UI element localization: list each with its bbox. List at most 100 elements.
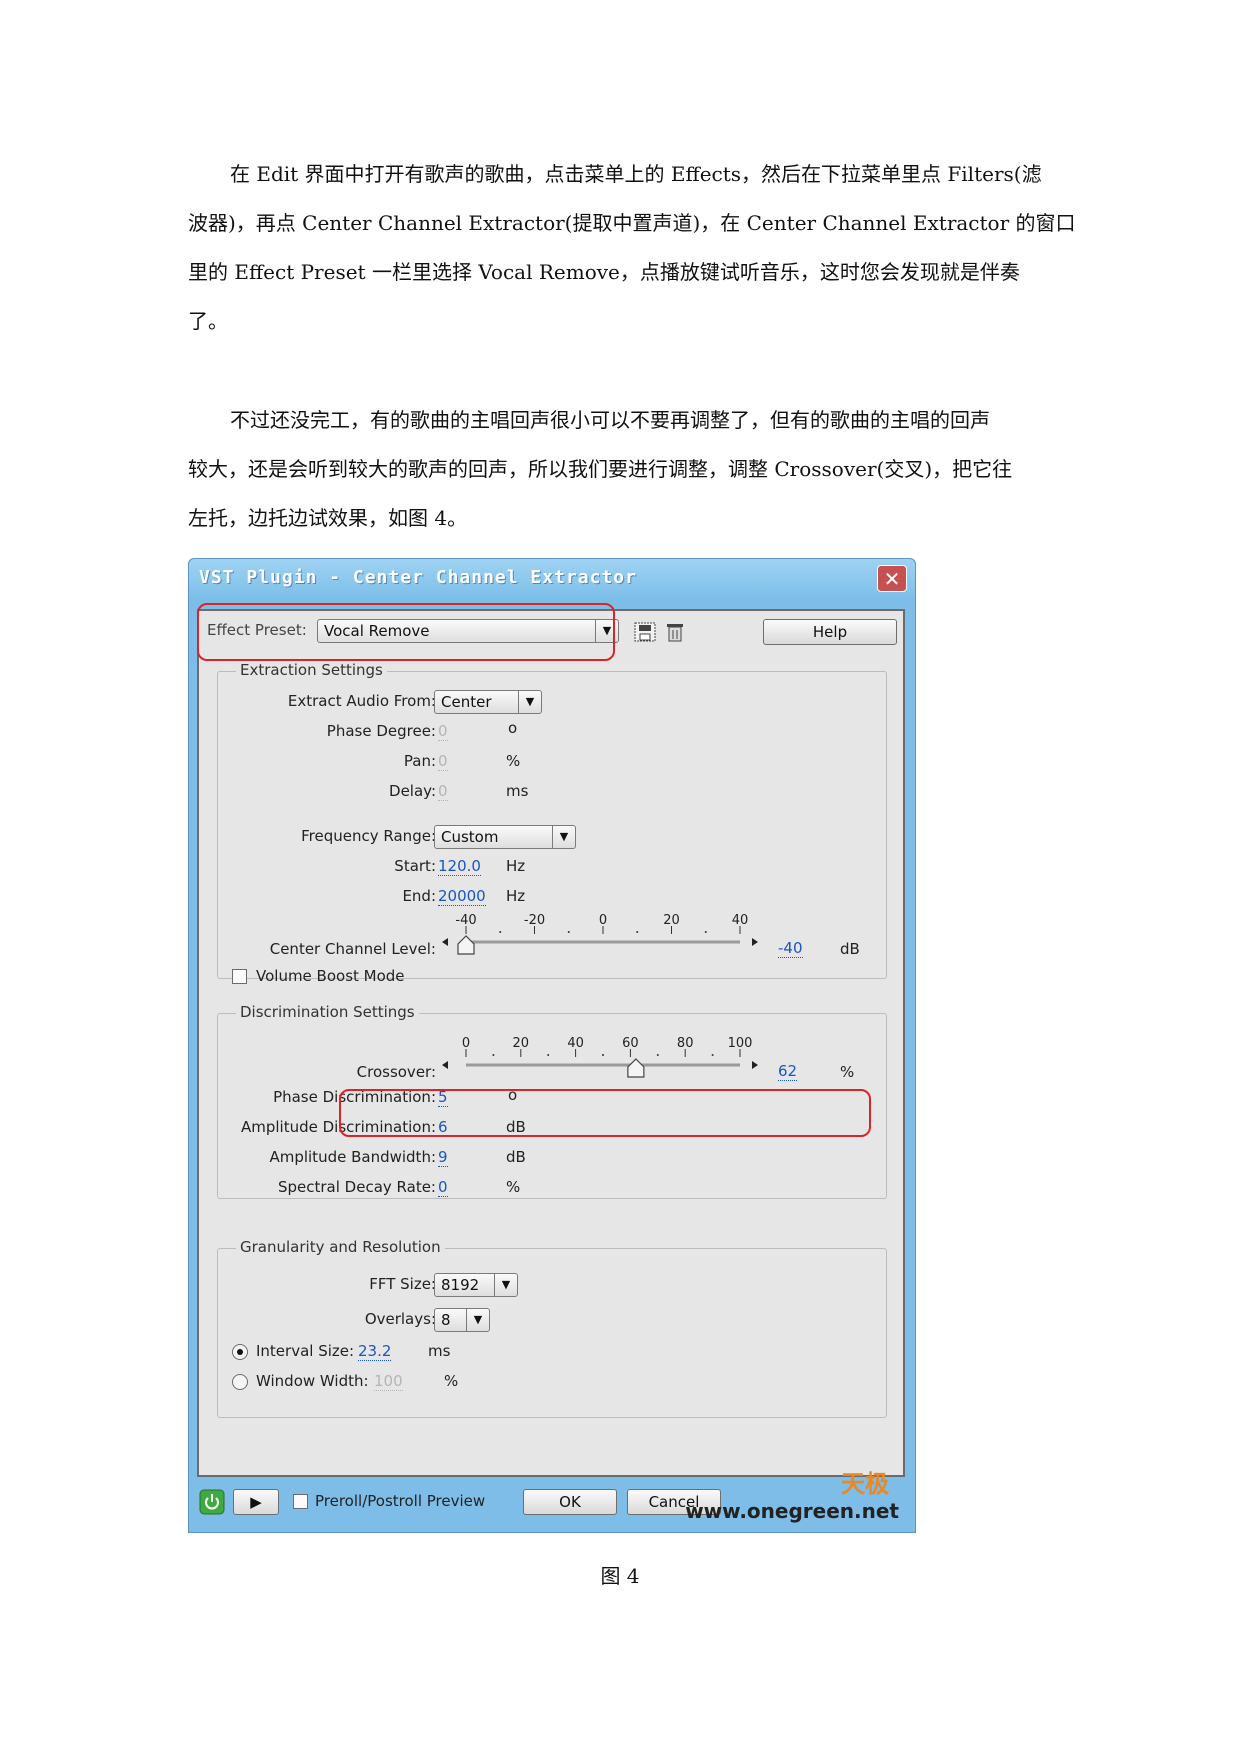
center-level-value[interactable]: -40 xyxy=(778,940,803,958)
center-level-tick-label: 40 xyxy=(732,913,749,928)
center-level-unit: dB xyxy=(840,940,860,958)
paragraph-1: 在 Edit 界面中打开有歌声的歌曲，点击菜单上的 Effects，然后在下拉菜… xyxy=(188,150,1076,346)
paragraph-line: 在 Edit 界面中打开有歌声的歌曲，点击菜单上的 Effects，然后在下拉菜… xyxy=(230,162,1042,186)
overlays-dropdown[interactable]: 8 ▼ xyxy=(434,1308,490,1332)
paragraph-line: 较大，还是会听到较大的歌声的回声，所以我们要进行调整，调整 Crossover(… xyxy=(188,457,1013,481)
ok-button[interactable]: OK xyxy=(523,1489,617,1515)
group-title: Discrimination Settings xyxy=(236,1003,419,1021)
phase-degree-unit: o xyxy=(508,719,518,737)
fft-size-label: FFT Size: xyxy=(369,1275,436,1293)
dialog-content: Effect Preset: Vocal Remove ▼ Help Extra… xyxy=(197,603,905,1477)
crossover-thumb[interactable] xyxy=(627,1058,645,1078)
preview-label: Preroll/Postroll Preview xyxy=(315,1492,486,1510)
extract-from-dropdown[interactable]: Center ▼ xyxy=(434,690,542,714)
amplitude-bandwidth-label: Amplitude Bandwidth: xyxy=(269,1148,436,1166)
help-button[interactable]: Help xyxy=(763,619,897,645)
crossover-minor-tick xyxy=(656,1054,659,1056)
paragraph-line: 里的 Effect Preset 一栏里选择 Vocal Remove，点播放键… xyxy=(188,260,1020,284)
pan-unit: % xyxy=(506,752,521,770)
volume-boost-label: Volume Boost Mode xyxy=(256,967,405,985)
window-width-value[interactable]: 100 xyxy=(374,1373,403,1391)
phase-degree-value[interactable]: 0 xyxy=(438,723,448,741)
crossover-minor-tick xyxy=(492,1054,495,1056)
chevron-down-icon: ▼ xyxy=(466,1309,489,1331)
fft-size-value: 8192 xyxy=(441,1276,480,1294)
end-value[interactable]: 20000 xyxy=(438,888,486,906)
center-level-slider[interactable]: -40 -20 0 20 40 xyxy=(440,912,774,960)
delete-preset-icon[interactable] xyxy=(665,621,687,643)
power-icon[interactable] xyxy=(199,1489,225,1515)
slider-right-arrow-icon[interactable] xyxy=(752,938,758,946)
granularity-group: Granularity and Resolution FFT Size: 819… xyxy=(217,1238,887,1418)
chevron-down-icon: ▼ xyxy=(552,826,575,848)
crossover-tick-label: 20 xyxy=(513,1036,530,1051)
crossover-minor-tick xyxy=(711,1054,714,1056)
window-width-radio[interactable] xyxy=(232,1374,248,1390)
paragraph-line: 波器)，再点 Center Channel Extractor(提取中置声道)，… xyxy=(188,211,1076,235)
window-title: VST Plugin - Center Channel Extractor xyxy=(199,567,637,588)
frequency-range-label: Frequency Range: xyxy=(301,827,436,845)
overlays-label: Overlays: xyxy=(364,1310,436,1328)
crossover-tick-label: 0 xyxy=(462,1036,470,1051)
spectral-decay-value[interactable]: 0 xyxy=(438,1179,448,1197)
center-level-tick-label: -20 xyxy=(524,913,545,928)
crossover-tick-label: 80 xyxy=(677,1036,694,1051)
center-level-minor-tick xyxy=(636,931,639,933)
spectral-decay-unit: % xyxy=(506,1178,521,1196)
group-title: Extraction Settings xyxy=(236,661,387,679)
frequency-range-dropdown[interactable]: Custom ▼ xyxy=(434,825,576,849)
title-bar[interactable]: VST Plugin - Center Channel Extractor ✕ xyxy=(189,559,915,597)
center-level-minor-tick xyxy=(704,931,707,933)
vst-plugin-dialog: VST Plugin - Center Channel Extractor ✕ … xyxy=(188,558,916,1533)
phase-degree-label: Phase Degree: xyxy=(326,722,436,740)
crossover-slider[interactable]: 0 20 40 60 80 100 xyxy=(440,1035,774,1083)
amplitude-bandwidth-unit: dB xyxy=(506,1148,526,1166)
crossover-value[interactable]: 62 xyxy=(778,1063,798,1081)
fft-size-dropdown[interactable]: 8192 ▼ xyxy=(434,1273,518,1297)
start-value[interactable]: 120.0 xyxy=(438,858,481,876)
preview-checkbox[interactable] xyxy=(293,1494,308,1509)
volume-boost-checkbox[interactable] xyxy=(232,969,247,984)
crossover-minor-tick xyxy=(547,1054,550,1056)
bottom-bar: ▶ Preroll/Postroll Preview OK Cancel 天极 … xyxy=(197,1470,905,1527)
extraction-settings-group: Extraction Settings Extract Audio From: … xyxy=(217,661,887,985)
watermark-logo: 天极 xyxy=(841,1470,889,1498)
slider-left-arrow-icon[interactable] xyxy=(442,1061,448,1069)
delay-value[interactable]: 0 xyxy=(438,783,448,801)
interval-size-label: Interval Size: xyxy=(256,1342,355,1360)
overlays-value: 8 xyxy=(441,1311,451,1329)
spectral-decay-label: Spectral Decay Rate: xyxy=(277,1178,436,1196)
delay-label: Delay: xyxy=(389,782,436,800)
watermark-url: www.onegreen.net xyxy=(685,1499,899,1523)
figure-caption: 图 4 xyxy=(600,1564,640,1588)
center-level-minor-tick xyxy=(567,931,570,933)
close-button[interactable]: ✕ xyxy=(877,565,907,592)
crossover-minor-tick xyxy=(602,1054,604,1056)
paragraph-line: 左托，边托边试效果，如图 4。 xyxy=(188,506,468,530)
crossover-tick-label: 40 xyxy=(567,1036,584,1051)
center-level-tick-label: 0 xyxy=(599,913,607,928)
start-label: Start: xyxy=(394,857,436,875)
amplitude-bandwidth-value[interactable]: 9 xyxy=(438,1149,448,1167)
interval-size-value[interactable]: 23.2 xyxy=(358,1343,392,1361)
delay-unit: ms xyxy=(506,782,529,800)
extract-from-value: Center xyxy=(441,693,492,711)
center-level-thumb[interactable] xyxy=(457,935,475,955)
play-button[interactable]: ▶ xyxy=(233,1489,279,1515)
interval-size-radio[interactable] xyxy=(232,1344,248,1360)
pan-value[interactable]: 0 xyxy=(438,753,448,771)
center-level-tick-label: 20 xyxy=(663,913,680,928)
window-width-label: Window Width: xyxy=(256,1372,369,1390)
center-level-minor-tick xyxy=(499,931,502,933)
slider-right-arrow-icon[interactable] xyxy=(752,1061,758,1069)
slider-left-arrow-icon[interactable] xyxy=(442,938,448,946)
pan-label: Pan: xyxy=(403,752,436,770)
crossover-tick-label: 100 xyxy=(728,1036,753,1051)
crossover-unit: % xyxy=(840,1063,855,1081)
center-level-tick-label: -40 xyxy=(455,913,476,928)
paragraph-line: 了。 xyxy=(188,309,228,333)
save-preset-icon[interactable] xyxy=(633,621,659,643)
interval-size-unit: ms xyxy=(428,1342,451,1360)
end-label: End: xyxy=(402,887,436,905)
play-icon: ▶ xyxy=(250,1493,262,1511)
